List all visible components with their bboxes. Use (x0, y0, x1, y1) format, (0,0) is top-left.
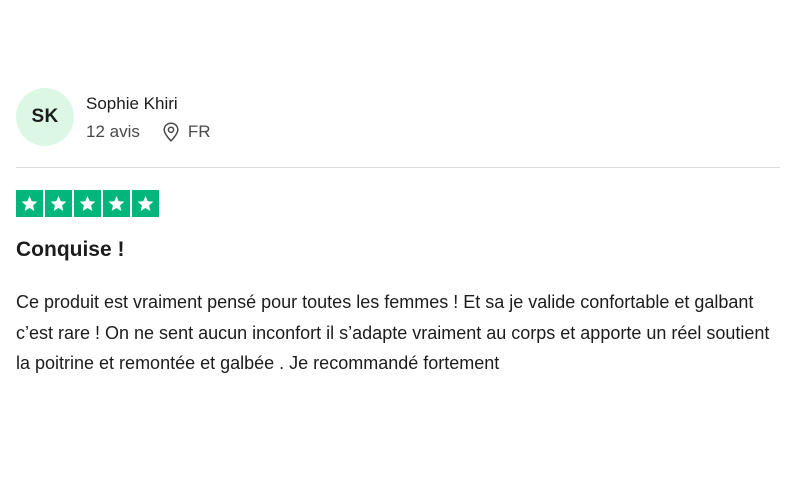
review-body: Ce produit est vraiment pensé pour toute… (16, 292, 770, 373)
location-pin-icon (162, 121, 180, 142)
avatar[interactable]: SK (16, 88, 74, 146)
consumer-name[interactable]: Sophie Khiri (86, 93, 211, 115)
consumer-location: FR (162, 122, 211, 142)
star-icon (103, 190, 130, 217)
consumer-country: FR (187, 121, 211, 141)
star-rating (16, 190, 161, 217)
reviews-count: 12 avis (86, 121, 140, 141)
consumer-details: Sophie Khiri 12 avis FR (86, 93, 211, 142)
star-icon (16, 190, 43, 217)
star-icon (45, 190, 72, 217)
review-card: SK Sophie Khiri 12 avis FR Conquise ! Ce… (0, 0, 800, 492)
review-title[interactable]: Conquise ! (16, 238, 125, 262)
avatar-initials: SK (31, 106, 59, 127)
consumer-meta: 12 avis FR (86, 122, 211, 142)
consumer-info[interactable]: SK Sophie Khiri 12 avis FR (16, 88, 211, 146)
star-icon (132, 190, 159, 217)
star-icon (74, 190, 101, 217)
divider (16, 167, 780, 168)
